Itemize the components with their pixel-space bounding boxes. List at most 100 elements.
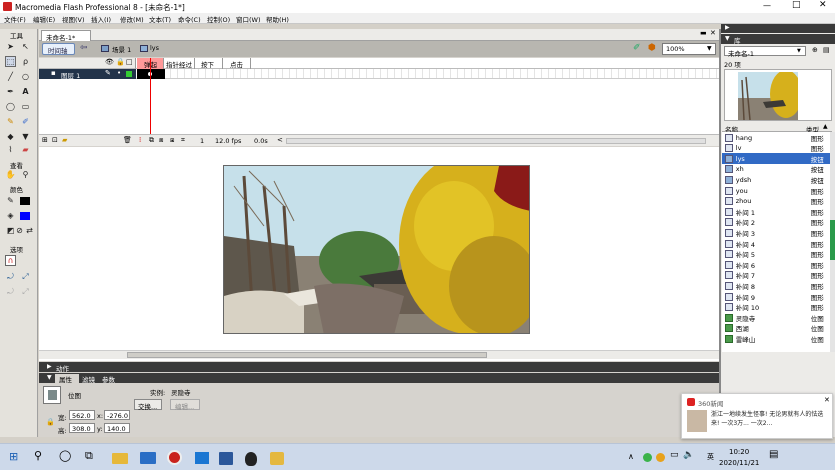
clock-time[interactable]: 10:20	[729, 448, 749, 456]
zoom-select[interactable]: 100% ▼	[662, 43, 716, 55]
actions-expand-icon[interactable]: ▶	[47, 363, 52, 370]
menu-control[interactable]: 控制(O)	[207, 14, 230, 24]
library-item[interactable]: 补间 9 图形	[722, 291, 830, 302]
tray-security-icon[interactable]	[656, 453, 665, 462]
search-icon[interactable]: ⚲	[34, 449, 42, 462]
notification-close-icon[interactable]: ✕	[824, 396, 830, 404]
library-item[interactable]: hang 图形	[722, 132, 830, 143]
stage-hscroll[interactable]	[39, 350, 719, 359]
add-layer-icon[interactable]: ⊞	[42, 136, 48, 144]
flash-taskbar-icon[interactable]	[167, 450, 182, 465]
timeline-scroll-left-icon[interactable]: <	[277, 136, 283, 144]
volume-icon[interactable]: 🔈	[683, 450, 694, 460]
lock-proportions-icon[interactable]: 🔒	[46, 418, 55, 426]
eyedropper-icon[interactable]: ⌇	[5, 144, 16, 155]
rotate-option-icon[interactable]: ⤾	[5, 286, 16, 297]
edit-multiple-icon[interactable]: ⧆	[170, 136, 174, 145]
stroke-color-icon[interactable]: ✎	[5, 195, 16, 206]
oval-tool-icon[interactable]: ◯	[5, 101, 16, 112]
task-view-icon[interactable]: ⧉	[85, 449, 93, 463]
frame-label-down[interactable]: 按下	[195, 58, 223, 69]
library-item[interactable]: 补间 10 图形	[722, 302, 830, 313]
library-item[interactable]: 补间 2 图形	[722, 217, 830, 228]
timeline-hscroll[interactable]	[286, 138, 706, 144]
layer-row[interactable]: ▪ 图层 1 ✎ •	[39, 69, 136, 80]
modify-markers-icon[interactable]: ⌗	[181, 136, 185, 145]
straighten-icon[interactable]: ⤢	[20, 271, 31, 282]
sort-icon[interactable]: ▲	[823, 123, 828, 130]
library-item[interactable]: 补间 6 图形	[722, 259, 830, 270]
x-field[interactable]: -276.0	[104, 410, 130, 420]
library-item[interactable]: xh 按钮	[722, 164, 830, 175]
library-doc-dropdown-icon[interactable]: ▼	[797, 48, 801, 54]
library-item[interactable]: lv 图形	[722, 143, 830, 154]
pin-icon[interactable]: ⊕	[812, 46, 818, 54]
text-tool-icon[interactable]: A	[20, 86, 31, 97]
symbol-label[interactable]: lys	[150, 44, 159, 52]
library-item[interactable]: zhou 图形	[722, 196, 830, 207]
hand-tool-icon[interactable]: ✋	[5, 169, 16, 180]
lasso-tool-icon[interactable]: ρ	[20, 56, 31, 67]
library-item[interactable]: ydsh 按钮	[722, 174, 830, 185]
width-field[interactable]: 562.0	[69, 410, 95, 420]
frame-label-over[interactable]: 指针经过	[164, 58, 195, 69]
library-item[interactable]: you 图形	[722, 185, 830, 196]
back-arrow-icon[interactable]: ⇦	[80, 43, 88, 53]
maximize-icon[interactable]: □	[792, 0, 801, 10]
fill-color-swatch[interactable]	[20, 212, 30, 220]
swap-colors-icon[interactable]: ⇄	[24, 225, 35, 236]
onion-outline-icon[interactable]: ⧈	[159, 136, 163, 145]
library-item[interactable]: 补间 4 图形	[722, 238, 830, 249]
frame-grid-row[interactable]	[136, 69, 719, 79]
edit-symbols-icon[interactable]: ⬢	[648, 43, 656, 53]
height-field[interactable]: 308.0	[69, 423, 95, 433]
mail-icon[interactable]	[140, 452, 156, 464]
library-item[interactable]: 西湖 位图	[722, 323, 830, 334]
qq-icon[interactable]	[245, 452, 257, 466]
menu-window[interactable]: 窗口(W)	[236, 14, 261, 24]
tray-chevron-icon[interactable]: ∧	[628, 452, 634, 461]
windows-app-icon[interactable]	[195, 452, 209, 464]
line-tool-icon[interactable]: ╱	[5, 71, 16, 82]
library-item[interactable]: 补间 7 图形	[722, 270, 830, 281]
menu-help[interactable]: 帮助(H)	[266, 14, 289, 24]
menu-view[interactable]: 视图(V)	[62, 14, 85, 24]
zoom-dropdown-icon[interactable]: ▼	[707, 45, 712, 52]
doc-tab[interactable]: 未命名-1*	[41, 30, 91, 42]
library-item[interactable]: 补间 3 图形	[722, 227, 830, 238]
playhead-line[interactable]	[150, 58, 151, 134]
actions-panel-header[interactable]: ▶ 动作	[39, 362, 719, 373]
menu-file[interactable]: 文件(F)	[4, 14, 26, 24]
menu-text[interactable]: 文本(T)	[149, 14, 171, 24]
close-icon[interactable]: ✕	[819, 0, 827, 10]
library-item[interactable]: 补间 8 图形	[722, 280, 830, 291]
library-item[interactable]: 灵隐寺 位图	[722, 312, 830, 323]
pen-tool-icon[interactable]: ✒	[5, 86, 16, 97]
library-doc-select[interactable]: 未命名-1 ▼	[724, 46, 806, 58]
word-icon[interactable]	[219, 452, 233, 465]
library-collapse-icon[interactable]: ▼	[725, 35, 730, 42]
notification-toast[interactable]: 360新闻 ✕ 浙江一地续发生怪事! 无论男就有人的怯迭来! 一次3万... 一…	[681, 393, 833, 439]
pencil-tool-icon[interactable]: ✎	[5, 116, 16, 127]
file-explorer-icon[interactable]	[112, 453, 128, 464]
fill-color-icon[interactable]: ◈	[5, 210, 16, 221]
brush-tool-icon[interactable]: ✐	[20, 116, 31, 127]
ink-bottle-icon[interactable]: ◆	[5, 131, 16, 142]
eraser-icon[interactable]: ▰	[20, 144, 31, 155]
y-field[interactable]: 140.0	[104, 423, 130, 433]
library-header[interactable]: ▼ 库	[721, 34, 835, 45]
snap-magnet-icon[interactable]: ∩	[5, 255, 16, 266]
ime-indicator[interactable]: 英	[707, 452, 714, 462]
doc-minimize-icon[interactable]: ▬	[700, 29, 707, 37]
frame-label-hit[interactable]: 点击	[223, 58, 251, 69]
action-center-icon[interactable]: ▤	[769, 449, 778, 460]
edit-button[interactable]: 编辑...	[170, 399, 200, 411]
lock-icon[interactable]: 🔒	[116, 58, 125, 66]
smooth-icon[interactable]: ⤾	[5, 271, 16, 282]
menu-insert[interactable]: 插入(I)	[91, 14, 111, 24]
free-transform-icon[interactable]: ⬚	[5, 56, 16, 67]
rectangle-tool-icon[interactable]: ▭	[20, 101, 31, 112]
paint-icon[interactable]	[270, 452, 284, 465]
zoom-tool-icon[interactable]: ⚲	[20, 169, 31, 180]
new-library-icon[interactable]: ▤	[823, 46, 830, 54]
